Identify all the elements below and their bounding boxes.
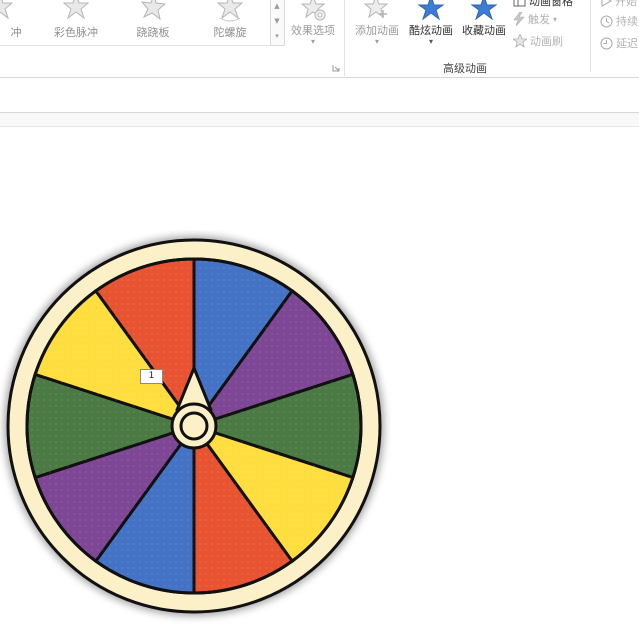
gallery-scrollbar[interactable]: ▲ ▼ ▾ [270, 0, 285, 46]
timing-duration-label: 持续 [616, 15, 638, 28]
ruler-area [0, 78, 639, 112]
saved-animation-button[interactable]: 收藏动画 [457, 0, 511, 38]
chevron-down-icon: ▾ [310, 37, 315, 46]
animation-order-tag[interactable]: 1 [140, 369, 163, 384]
advanced-animation-group-label: 高级动画 [443, 62, 487, 75]
wheel-hub-center [179, 411, 209, 441]
chevron-down-icon: ▾ [374, 37, 379, 46]
clock-icon [600, 15, 613, 27]
animation-painter-button[interactable]: 动画刷 [513, 33, 563, 49]
ribbon: 冲 彩色脉冲 跷跷板 陀螺旋 ▲ ▼ ▾ 效果选项 ▾ 添加动画 ▾ 酷炫动画 … [0, 0, 639, 78]
chevron-down-icon: ▾ [428, 37, 433, 46]
gallery-scroll-up[interactable]: ▲ [273, 2, 281, 10]
star-brush-icon [513, 34, 527, 48]
star-icon [0, 0, 13, 20]
slide-shadow [0, 113, 639, 126]
gallery-more-button[interactable]: ▾ [273, 32, 281, 40]
star-icon [470, 0, 498, 21]
group-separator [344, 0, 345, 76]
chevron-down-icon: ▾ [553, 14, 558, 24]
timing-duration[interactable]: 持续 [600, 13, 638, 29]
prize-wheel[interactable] [0, 230, 400, 630]
effect-options-button[interactable]: 效果选项 ▾ [286, 0, 340, 46]
star-icon [417, 0, 445, 21]
effect-label: 冲 [10, 26, 22, 39]
effect-options-icon [300, 0, 326, 21]
add-animation-label: 添加动画 [355, 24, 399, 37]
effect-options-label: 效果选项 [291, 24, 335, 37]
gallery-divider [0, 45, 270, 46]
gallery-scroll-down[interactable]: ▼ [273, 17, 281, 25]
group-separator [590, 0, 591, 72]
timing-delay[interactable]: 延迟 [600, 35, 638, 51]
cool-animation-button[interactable]: 酷炫动画 ▾ [404, 0, 458, 46]
star-icon [63, 0, 89, 20]
animation-painter-label: 动画刷 [530, 35, 563, 48]
dialog-launcher-icon[interactable] [332, 64, 340, 72]
timing-start-label: 开始 [615, 0, 637, 8]
effect-color-pulse[interactable]: 彩色脉冲 [36, 0, 116, 46]
star-icon [140, 0, 166, 21]
clock-icon [600, 37, 613, 49]
effect-pulse[interactable]: 冲 [0, 0, 40, 46]
cool-animation-label: 酷炫动画 [409, 24, 453, 37]
animation-pane-button[interactable]: 动画窗格 [513, 0, 573, 9]
add-animation-button[interactable]: 添加动画 ▾ [350, 0, 404, 46]
effect-seesaw[interactable]: 跷跷板 [113, 0, 193, 46]
star-icon [217, 0, 243, 22]
play-icon [601, 0, 612, 7]
timing-delay-label: 延迟 [616, 37, 638, 50]
trigger-button[interactable]: 触发 ▾ [513, 11, 557, 27]
effect-label: 陀螺旋 [213, 26, 247, 39]
lightning-icon [513, 12, 525, 26]
trigger-label: 触发 [528, 13, 550, 26]
effect-teeter[interactable]: 陀螺旋 [190, 0, 270, 46]
effect-label: 跷跷板 [136, 26, 170, 39]
effect-label: 彩色脉冲 [54, 26, 98, 39]
add-animation-icon [363, 0, 389, 19]
animation-pane-icon [513, 0, 526, 7]
animation-pane-label: 动画窗格 [529, 0, 573, 8]
timing-start[interactable]: 开始 [600, 0, 637, 9]
saved-animation-label: 收藏动画 [462, 24, 506, 37]
